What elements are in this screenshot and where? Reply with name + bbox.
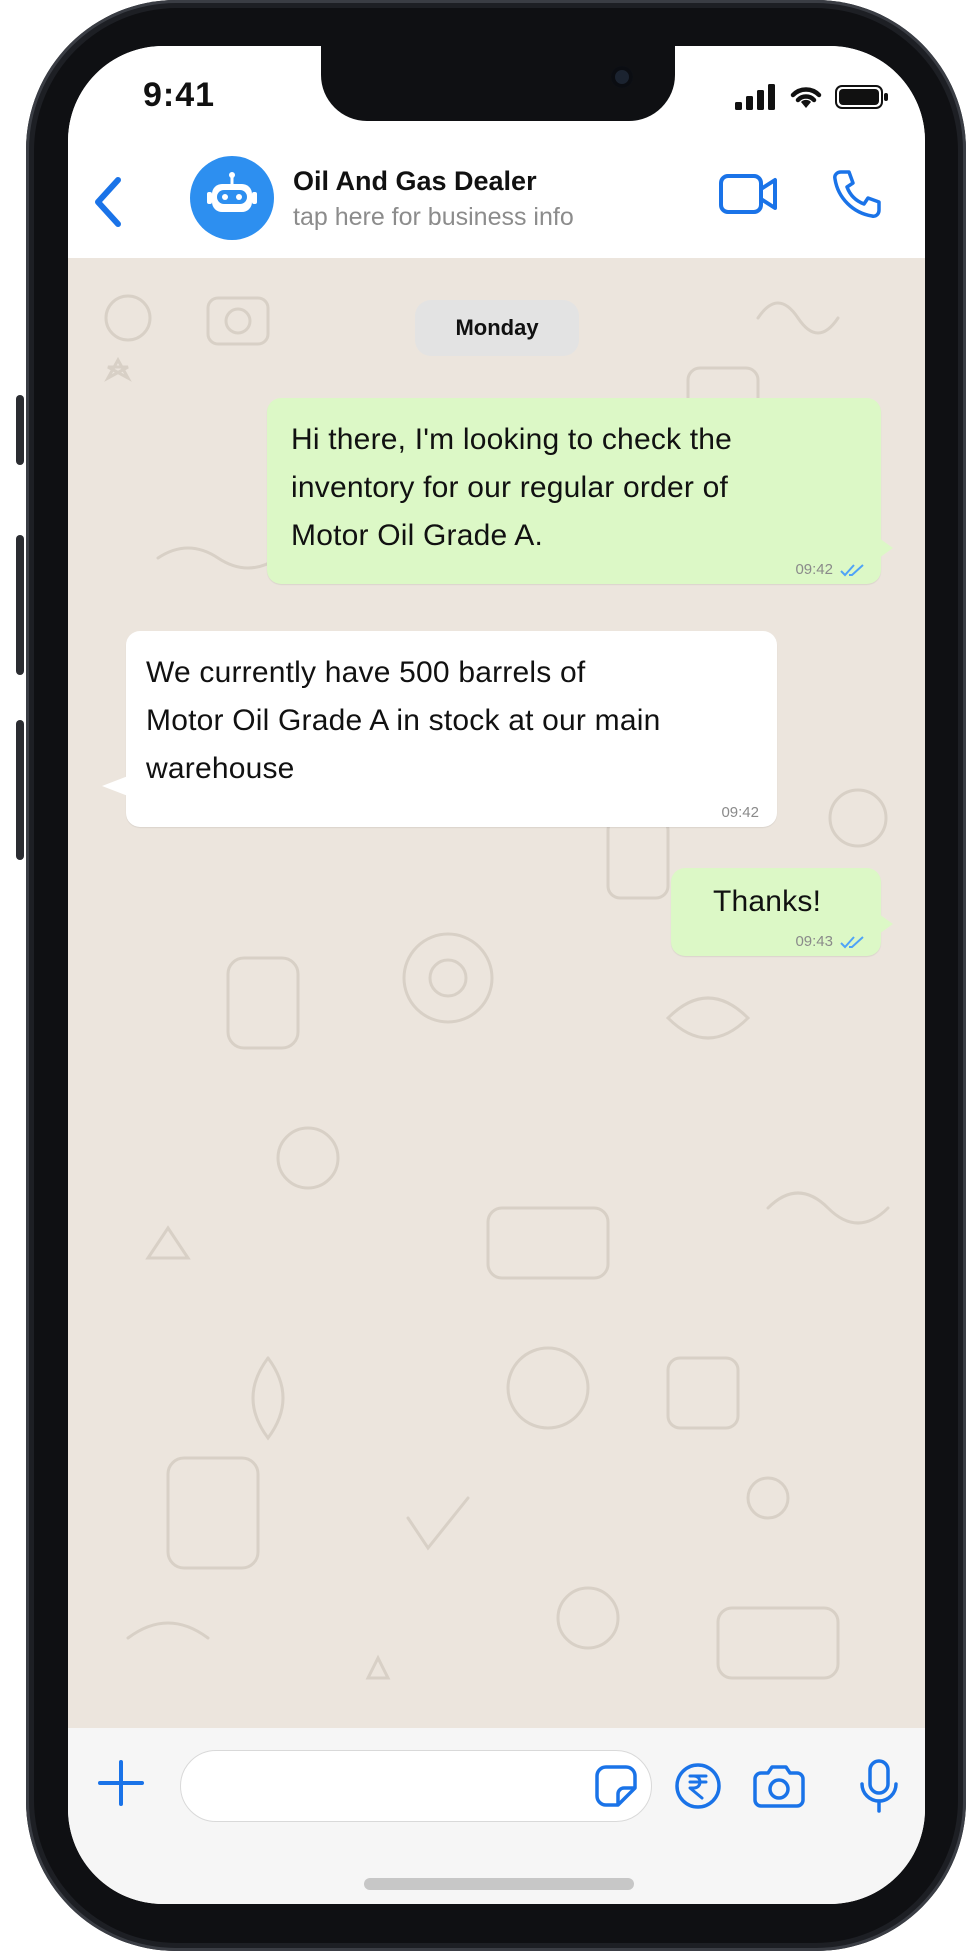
read-receipt-icon xyxy=(840,563,864,576)
bubble-tail xyxy=(879,914,893,934)
bot-icon xyxy=(207,172,257,212)
battery-icon xyxy=(835,85,888,109)
outgoing-message[interactable]: Thanks! 09:43 xyxy=(671,868,893,956)
message-text: We currently have 500 barrels of Motor O… xyxy=(146,649,766,793)
silent-switch xyxy=(16,395,24,465)
chat-header: Oil And Gas Dealer tap here for business… xyxy=(68,146,925,258)
contact-name[interactable]: Oil And Gas Dealer xyxy=(293,166,537,197)
message-text: Thanks! xyxy=(713,878,873,926)
chat-area[interactable]: Monday Hi there, I'm looking to check th… xyxy=(68,258,925,1728)
message-time: 09:43 xyxy=(795,933,833,950)
message-input-bar xyxy=(68,1728,925,1904)
rupee-payment-icon[interactable] xyxy=(674,1762,722,1810)
message-meta: 09:42 xyxy=(795,561,867,578)
contact-subtitle[interactable]: tap here for business info xyxy=(293,203,574,232)
message-line: Thanks! xyxy=(713,885,822,918)
message-line: warehouse xyxy=(146,752,295,785)
signal-icon xyxy=(735,84,775,110)
outgoing-message[interactable]: Hi there, I'm looking to check the inven… xyxy=(267,398,893,584)
message-line: Motor Oil Grade A in stock at our main xyxy=(146,704,661,737)
message-text: Hi there, I'm looking to check the inven… xyxy=(291,416,871,560)
message-line: Motor Oil Grade A. xyxy=(291,519,544,552)
home-indicator[interactable] xyxy=(364,1878,634,1890)
status-icons xyxy=(735,84,889,110)
volume-down-button xyxy=(16,720,24,860)
video-call-icon[interactable] xyxy=(718,172,780,216)
incoming-message[interactable]: We currently have 500 barrels of Motor O… xyxy=(102,631,777,827)
phone-screen: 9:41 Oil And Gas Dealer tap here for bus… xyxy=(68,46,925,1904)
read-receipt-icon xyxy=(840,935,864,948)
message-meta: 09:42 xyxy=(721,804,759,821)
notch xyxy=(321,46,675,121)
phone-call-icon[interactable] xyxy=(831,168,883,220)
plus-icon[interactable] xyxy=(96,1758,146,1808)
message-meta: 09:43 xyxy=(795,933,867,950)
message-line: Hi there, I'm looking to check the xyxy=(291,423,733,456)
message-input[interactable] xyxy=(180,1750,652,1822)
message-line: inventory for our regular order of xyxy=(291,471,729,504)
front-camera xyxy=(611,66,633,88)
bubble-tail xyxy=(879,538,893,558)
avatar[interactable] xyxy=(190,156,274,240)
volume-up-button xyxy=(16,535,24,675)
day-separator: Monday xyxy=(415,300,579,356)
wifi-icon xyxy=(790,87,822,108)
message-time: 09:42 xyxy=(721,804,759,821)
sticker-icon[interactable] xyxy=(594,1764,638,1808)
camera-icon[interactable] xyxy=(753,1764,805,1808)
message-line: We currently have 500 barrels of xyxy=(146,656,586,689)
status-time: 9:41 xyxy=(143,76,216,114)
message-time: 09:42 xyxy=(795,561,833,578)
phone-frame: 9:41 Oil And Gas Dealer tap here for bus… xyxy=(16,0,968,1953)
bubble-tail xyxy=(102,776,128,796)
back-arrow-icon[interactable] xyxy=(88,172,128,232)
microphone-icon[interactable] xyxy=(857,1758,901,1814)
